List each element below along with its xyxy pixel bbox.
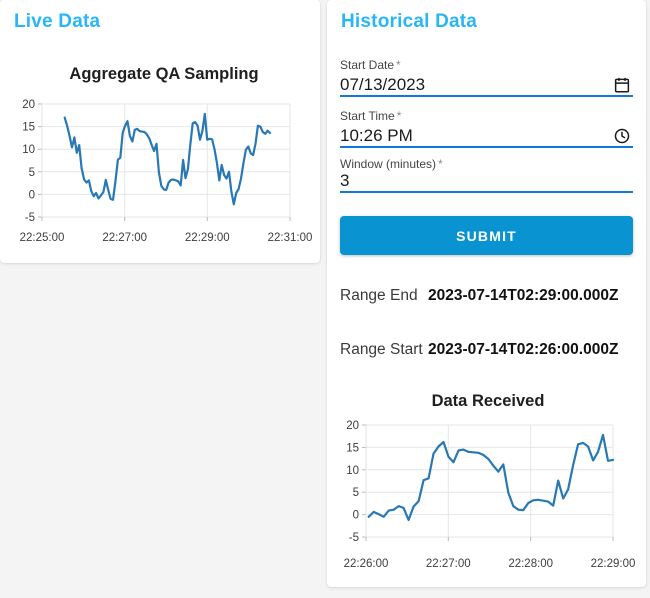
x-tick-label: 22:27:00	[426, 558, 471, 570]
y-tick-label: 15	[22, 122, 35, 134]
range-start-value: 2023-07-14T02:26:00.000Z	[428, 341, 619, 358]
chart-svg: 20 15 10 5 0 -5 22:26:00 22:27:00 22:28:00 22:29:…	[344, 420, 636, 570]
historical-chart: 20 15 10 5 0 -5 22:26:00 22:27:00 22:28:00 22:29:…	[330, 412, 646, 580]
x-tick-label: 22:29:00	[185, 232, 230, 244]
start-time-label: Start Time *	[340, 109, 402, 123]
x-tick-label: 22:26:00	[344, 558, 389, 570]
start-time-field[interactable]	[340, 124, 633, 148]
historical-chart-title: Data Received	[431, 392, 545, 410]
range-start-row: Range Start 2023-07-14T02:26:00.000Z	[340, 341, 640, 359]
required-marker: *	[396, 109, 402, 123]
y-tick-label: 15	[346, 442, 359, 454]
y-tick-label: 0	[29, 189, 35, 201]
range-end-value: 2023-07-14T02:29:00.000Z	[428, 287, 619, 304]
y-tick-label: 20	[22, 99, 35, 111]
y-tick-label: 0	[353, 510, 359, 522]
y-tick-label: 10	[22, 144, 35, 156]
y-tick-label: -5	[349, 532, 359, 544]
x-tick-label: 22:27:00	[102, 232, 147, 244]
historical-data-panel: Historical Data Start Date* Start Time* …	[327, 0, 646, 587]
live-chart: 20 15 10 5 0 -5 22:25:00 22:27:00 22:29:00 22:31:…	[0, 93, 320, 255]
start-date-label: Start Date *	[340, 58, 401, 72]
x-tick-label: 22:25:00	[20, 232, 65, 244]
range-end-label: Range End	[340, 287, 418, 304]
x-tick-label: 22:31:00	[268, 232, 313, 244]
clock-icon[interactable]	[613, 127, 631, 145]
live-chart-title: Aggregate QA Sampling	[69, 65, 259, 83]
start-time-input[interactable]	[340, 124, 613, 147]
range-end-row: Range End 2023-07-14T02:29:00.000Z	[340, 287, 640, 305]
x-tick-label: 22:29:00	[591, 558, 636, 570]
data-line	[63, 112, 272, 206]
range-start-label: Range Start	[340, 341, 423, 358]
y-tick-label: 5	[353, 487, 359, 499]
y-tick-label: 5	[29, 167, 35, 179]
y-tick-label: 20	[346, 420, 359, 432]
chart-svg: 20 15 10 5 0 -5 22:25:00 22:27:00 22:29:00 22:31:…	[20, 99, 313, 244]
y-tick-label: -5	[25, 212, 35, 224]
required-marker: *	[396, 58, 401, 72]
start-date-input[interactable]	[340, 73, 613, 96]
calendar-icon[interactable]	[613, 76, 631, 94]
start-date-field[interactable]	[340, 73, 633, 97]
x-tick-label: 22:28:00	[508, 558, 553, 570]
historical-panel-title: Historical Data	[341, 11, 478, 32]
y-tick-label: 10	[346, 465, 359, 477]
live-panel-title: Live Data	[14, 11, 101, 32]
window-minutes-field[interactable]	[340, 169, 633, 193]
submit-button[interactable]: SUBMIT	[340, 216, 633, 255]
window-minutes-input[interactable]	[340, 169, 633, 192]
live-data-panel: Live Data Aggregate QA Sampling 20 15 10 5 0…	[0, 0, 320, 263]
